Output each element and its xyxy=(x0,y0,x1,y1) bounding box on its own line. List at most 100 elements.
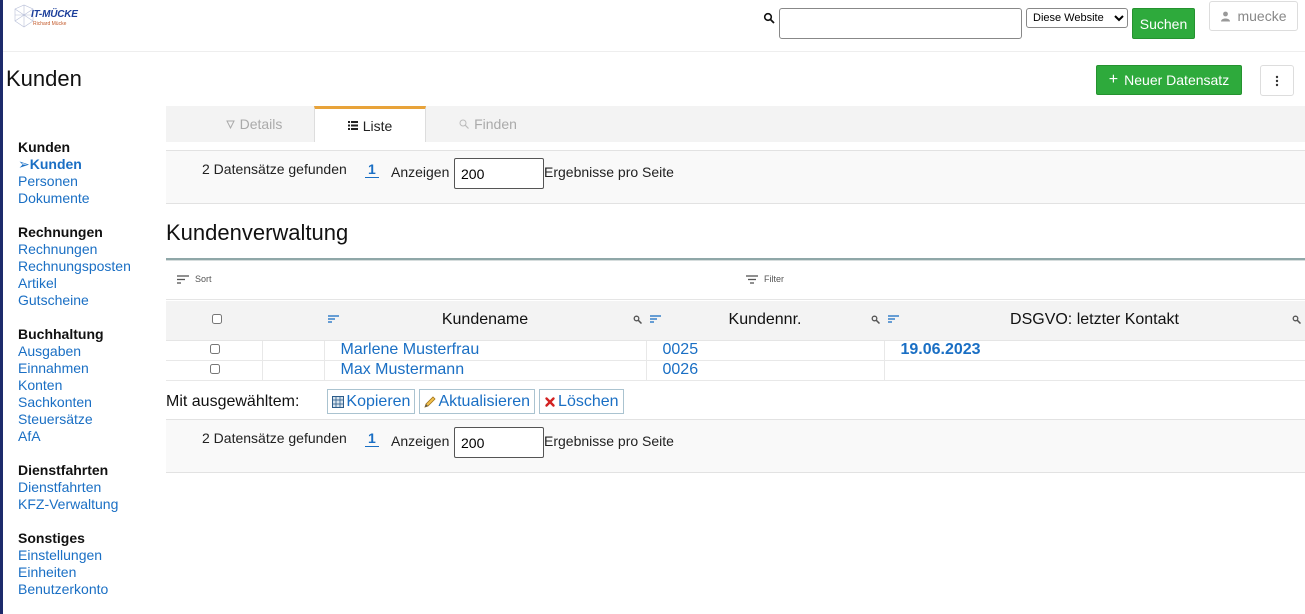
sidebar-nav: Kunden ➢Kunden Personen Dokumente Rechnu… xyxy=(3,106,166,614)
last-contact-date[interactable]: 19.06.2023 xyxy=(884,340,1305,361)
nav-group-dienstfahrten: Dienstfahrten Dienstfahrten KFZ-Verwaltu… xyxy=(18,462,166,513)
row-checkbox[interactable] xyxy=(209,344,220,354)
column-header-kundename[interactable]: Kundename xyxy=(324,301,646,341)
update-label: Aktualisieren xyxy=(438,392,531,410)
copy-grid-icon xyxy=(332,395,345,408)
sidebar-item-einnahmen[interactable]: Einnahmen xyxy=(18,360,166,377)
column-header-label: DSGVO: letzter Kontakt xyxy=(1010,311,1179,329)
update-button[interactable]: Aktualisieren xyxy=(419,389,536,414)
column-header-dsgvo[interactable]: DSGVO: letzter Kontakt xyxy=(884,301,1305,341)
sidebar-item-ausgaben[interactable]: Ausgaben xyxy=(18,343,166,360)
copy-button[interactable]: Kopieren xyxy=(327,389,416,414)
table-row[interactable]: Marlene Musterfrau 0025 19.06.2023 xyxy=(166,340,1305,361)
logo-subtitle: Richard Mücke xyxy=(33,21,67,27)
view-tabs: Details Liste Finden xyxy=(166,106,1305,142)
sort-icon[interactable] xyxy=(328,315,339,323)
pager-bottom: 2 Datensätze gefunden 1 Anzeigen Ergebni… xyxy=(166,419,1305,473)
logo-text: IT-MÜCKE xyxy=(31,9,78,20)
tab-details[interactable]: Details xyxy=(194,106,314,142)
tab-finden[interactable]: Finden xyxy=(428,106,548,142)
delete-label: Löschen xyxy=(558,392,619,410)
more-options-button[interactable] xyxy=(1260,65,1294,96)
nav-heading: Rechnungen xyxy=(18,224,103,240)
section-divider xyxy=(166,258,1305,261)
sidebar-item-rechnungsposten[interactable]: Rechnungsposten xyxy=(18,258,166,275)
sidebar-item-sachkonten[interactable]: Sachkonten xyxy=(18,394,166,411)
search-button[interactable]: Suchen xyxy=(1132,8,1195,39)
top-header: IT-MÜCKE Richard Mücke Diese Website Suc… xyxy=(3,0,1305,52)
sidebar-item-dokumente[interactable]: Dokumente xyxy=(18,190,166,207)
sidebar-item-steuersaetze[interactable]: Steuersätze xyxy=(18,411,166,428)
bulk-actions-label: Mit ausgewähltem: xyxy=(166,392,300,410)
delete-button[interactable]: Löschen xyxy=(539,389,624,414)
sidebar-item-benutzerkonto[interactable]: Benutzerkonto xyxy=(18,581,166,598)
user-menu-button[interactable]: muecke xyxy=(1209,1,1298,31)
sidebar-item-afa[interactable]: AfA xyxy=(18,428,166,445)
select-all-cell xyxy=(166,301,262,341)
column-header-kundennr[interactable]: Kundennr. xyxy=(646,301,884,341)
sort-filter-bar: Sort Filter xyxy=(166,262,1305,300)
sidebar-item-kfz-verwaltung[interactable]: KFZ-Verwaltung xyxy=(18,496,166,513)
customer-name-link[interactable]: Marlene Musterfrau xyxy=(324,340,647,361)
user-name: muecke xyxy=(1237,8,1287,24)
sidebar-item-personen[interactable]: Personen xyxy=(18,173,166,190)
filter-icon xyxy=(746,274,758,284)
page-number-link[interactable]: 1 xyxy=(365,161,379,178)
column-header-label: Kundennr. xyxy=(728,311,802,329)
filter-label: Filter xyxy=(764,274,784,284)
sidebar-item-einheiten[interactable]: Einheiten xyxy=(18,564,166,581)
pencil-icon xyxy=(424,395,437,408)
page-number-link[interactable]: 1 xyxy=(365,430,379,447)
select-all-checkbox[interactable] xyxy=(212,314,222,325)
kebab-menu-icon xyxy=(1275,75,1279,86)
nav-heading: Kunden xyxy=(18,139,71,155)
sidebar-item-artikel[interactable]: Artikel xyxy=(18,275,166,292)
bulk-actions-bar: Mit ausgewähltem: Kopieren Aktualisieren… xyxy=(166,389,628,414)
filter-button[interactable]: Filter xyxy=(746,274,784,284)
last-contact-date[interactable] xyxy=(884,360,1305,381)
search-icon[interactable] xyxy=(871,315,880,324)
table-row[interactable]: Max Mustermann 0026 xyxy=(166,360,1305,381)
search-scope-select[interactable]: Diese Website xyxy=(1026,8,1128,28)
company-logo[interactable]: IT-MÜCKE Richard Mücke xyxy=(13,3,85,31)
nav-heading: Sonstiges xyxy=(18,530,85,546)
sidebar-item-einstellungen[interactable]: Einstellungen xyxy=(18,547,166,564)
sidebar-item-konten[interactable]: Konten xyxy=(18,377,166,394)
search-icon[interactable] xyxy=(633,315,642,324)
sort-icon[interactable] xyxy=(888,315,899,323)
sort-icon xyxy=(177,274,189,284)
sort-icon[interactable] xyxy=(650,315,661,323)
data-table: Kundename Kundennr. DSGVO: letzter Konta… xyxy=(166,301,1305,381)
customer-number-link[interactable]: 0025 xyxy=(646,340,885,361)
column-header-label: Kundename xyxy=(441,311,529,329)
new-record-label: Neuer Datensatz xyxy=(1124,72,1230,88)
per-page-label: Ergebnisse pro Seite xyxy=(544,164,674,180)
results-per-page-input[interactable] xyxy=(454,427,544,458)
nav-group-kunden: Kunden ➢Kunden Personen Dokumente xyxy=(18,139,166,207)
customer-name-link[interactable]: Max Mustermann xyxy=(324,360,647,381)
tab-liste[interactable]: Liste xyxy=(314,106,426,142)
results-per-page-input[interactable] xyxy=(454,158,544,189)
sidebar-item-gutscheine[interactable]: Gutscheine xyxy=(18,292,166,309)
nav-group-rechnungen: Rechnungen Rechnungen Rechnungsposten Ar… xyxy=(18,224,166,309)
show-label: Anzeigen xyxy=(391,433,450,449)
sidebar-item-kunden[interactable]: ➢Kunden xyxy=(18,156,166,173)
spacer-header xyxy=(262,301,324,341)
nav-heading: Dienstfahrten xyxy=(18,462,109,478)
row-checkbox[interactable] xyxy=(209,364,220,374)
show-label: Anzeigen xyxy=(391,164,450,180)
new-record-button[interactable]: + Neuer Datensatz xyxy=(1096,65,1242,95)
user-icon xyxy=(1221,11,1231,21)
search-input[interactable] xyxy=(779,8,1022,39)
triangle-down-icon xyxy=(225,120,235,129)
row-select-cell xyxy=(166,340,263,361)
sidebar-item-dienstfahrten[interactable]: Dienstfahrten xyxy=(18,479,166,496)
sidebar-item-rechnungen[interactable]: Rechnungen xyxy=(18,241,166,258)
search-icon xyxy=(763,12,775,24)
search-icon xyxy=(459,119,470,129)
sort-button[interactable]: Sort xyxy=(177,274,212,284)
search-icon[interactable] xyxy=(1292,315,1301,324)
copy-label: Kopieren xyxy=(346,392,411,410)
plus-icon: + xyxy=(1108,71,1119,88)
customer-number-link[interactable]: 0026 xyxy=(646,360,885,381)
